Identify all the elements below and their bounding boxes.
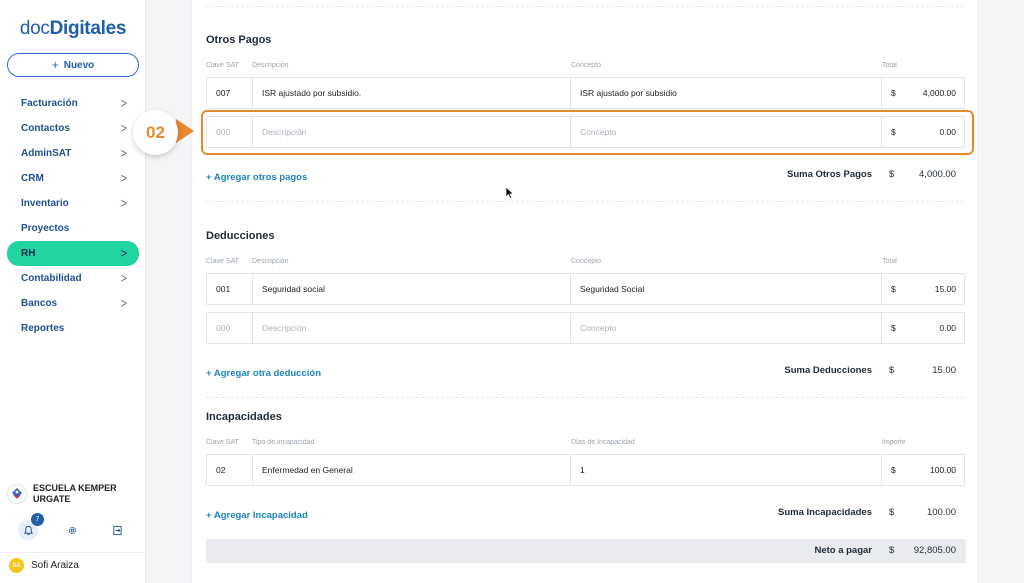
divider — [206, 397, 964, 398]
add-incapacidad-link[interactable]: + Agregar Incapacidad — [206, 510, 308, 521]
col-header-importe: Importe — [882, 439, 906, 446]
net-pay-bar: Neto a pagar $ 92,805.00 — [206, 539, 966, 563]
descripcion-input[interactable]: Descripción — [253, 313, 571, 343]
avatar: SA — [9, 558, 24, 573]
gear-icon[interactable] — [62, 520, 82, 540]
total-input[interactable]: $4,000.00 — [882, 78, 965, 108]
sidebar-nav: Facturación > Contactos > AdminSAT > CRM > I… — [7, 91, 139, 341]
table-row: 02 Enfermedad en General 1 $100.00 — [206, 454, 965, 486]
sidebar: docDigitales + Nuevo Facturación > Contact… — [0, 0, 146, 583]
chevron-right-icon: > — [120, 246, 127, 261]
add-deduccion-link[interactable]: + Agregar otra deducción — [206, 368, 321, 379]
clave-input[interactable]: 007 — [207, 78, 253, 108]
user-profile[interactable]: SA Sofi Araiza — [0, 552, 146, 578]
col-header-tipo: Tipo de incapacidad — [252, 439, 315, 446]
sum-value: 100.00 — [926, 507, 956, 518]
step-highlight-box — [201, 110, 974, 155]
sidebar-item-reportes[interactable]: Reportes — [7, 316, 139, 341]
col-header-descripcion: Descripción — [252, 62, 289, 69]
sum-label: Suma Deducciones — [784, 365, 872, 376]
clave-input[interactable]: 001 — [207, 274, 253, 304]
plus-icon: + — [51, 58, 59, 72]
total-input[interactable]: $0.00 — [882, 313, 965, 343]
sidebar-item-inventario[interactable]: Inventario > — [7, 191, 139, 216]
clave-input[interactable]: 000 — [207, 313, 253, 343]
add-otros-pagos-link[interactable]: + Agregar otros pagos — [206, 172, 307, 183]
col-header-concepto: Concepto — [571, 62, 601, 69]
sidebar-item-rh[interactable]: RH > — [7, 241, 139, 266]
step-number-badge: 02 — [133, 110, 178, 155]
net-pay-value: 92,805.00 — [913, 545, 956, 556]
notifications-count-badge: 7 — [31, 513, 44, 526]
col-header-total: Total — [882, 62, 897, 69]
sum-value: 4,000.00 — [919, 169, 956, 180]
company-logo-icon — [7, 484, 27, 504]
col-header-descripcion: Descripción — [252, 258, 289, 265]
sidebar-item-facturacion[interactable]: Facturación > — [7, 91, 139, 116]
descripcion-input[interactable]: Seguridad social — [253, 274, 571, 304]
sidebar-item-proyectos[interactable]: Proyectos — [7, 216, 139, 241]
concepto-input[interactable]: ISR ajustado por subsidio — [571, 78, 882, 108]
col-header-clave: Clave SAT — [206, 439, 239, 446]
col-header-clave: Clave SAT — [206, 62, 239, 69]
sidebar-item-crm[interactable]: CRM > — [7, 166, 139, 191]
table-row-new: 000 Descripción Concepto $0.00 — [206, 312, 965, 344]
mouse-cursor-icon — [505, 186, 515, 200]
sidebar-utility-bar: 7 — [0, 513, 146, 544]
sum-label: Suma Otros Pagos — [787, 169, 872, 180]
concepto-input[interactable]: Seguridad Social — [571, 274, 882, 304]
section-title-otros-pagos: Otros Pagos — [206, 34, 272, 46]
descripcion-input[interactable]: ISR ajustado por subsidio. — [253, 78, 571, 108]
col-header-concepto: Concepto — [571, 258, 601, 265]
col-header-clave: Clave SAT — [206, 258, 239, 265]
chevron-right-icon: > — [120, 96, 127, 111]
sum-value: 15.00 — [932, 365, 956, 376]
chevron-right-icon: > — [120, 196, 127, 211]
chevron-right-icon: > — [120, 296, 127, 311]
table-row: 007 ISR ajustado por subsidio. ISR ajust… — [206, 77, 965, 109]
sidebar-item-contabilidad[interactable]: Contabilidad > — [7, 266, 139, 291]
importe-input[interactable]: $100.00 — [882, 455, 965, 485]
net-pay-label: Neto a pagar — [814, 545, 872, 556]
new-button[interactable]: + Nuevo — [7, 53, 139, 77]
user-name: Sofi Araiza — [31, 560, 79, 571]
section-title-deducciones: Deducciones — [206, 230, 275, 242]
sidebar-item-contactos[interactable]: Contactos > — [7, 116, 139, 141]
divider — [206, 201, 964, 202]
company-switcher[interactable]: ESCUELA KEMPER URGATE — [7, 481, 139, 507]
col-header-dias: Días de Incapacidad — [571, 439, 635, 446]
app-logo[interactable]: docDigitales — [0, 18, 146, 40]
chevron-right-icon: > — [120, 121, 127, 136]
concepto-input[interactable]: Concepto — [571, 313, 882, 343]
sidebar-item-bancos[interactable]: Bancos > — [7, 291, 139, 316]
total-input[interactable]: $15.00 — [882, 274, 965, 304]
section-title-incapacidades: Incapacidades — [206, 411, 282, 423]
divider — [206, 6, 964, 7]
step-arrow-icon — [176, 119, 194, 143]
chevron-right-icon: > — [120, 146, 127, 161]
logout-icon[interactable] — [107, 520, 127, 540]
dias-input[interactable]: 1 — [571, 455, 882, 485]
chevron-right-icon: > — [120, 271, 127, 286]
clave-input[interactable]: 02 — [207, 455, 253, 485]
payroll-form-panel: Otros Pagos Clave SAT Descripción Concep… — [191, 0, 978, 583]
col-header-total: Total — [882, 258, 897, 265]
tipo-incapacidad-select[interactable]: Enfermedad en General — [253, 455, 571, 485]
company-name: ESCUELA KEMPER URGATE — [33, 483, 117, 504]
chevron-right-icon: > — [120, 171, 127, 186]
table-row: 001 Seguridad social Seguridad Social $1… — [206, 273, 965, 305]
sidebar-item-adminsat[interactable]: AdminSAT > — [7, 141, 139, 166]
sum-label: Suma Incapacidades — [778, 507, 872, 518]
